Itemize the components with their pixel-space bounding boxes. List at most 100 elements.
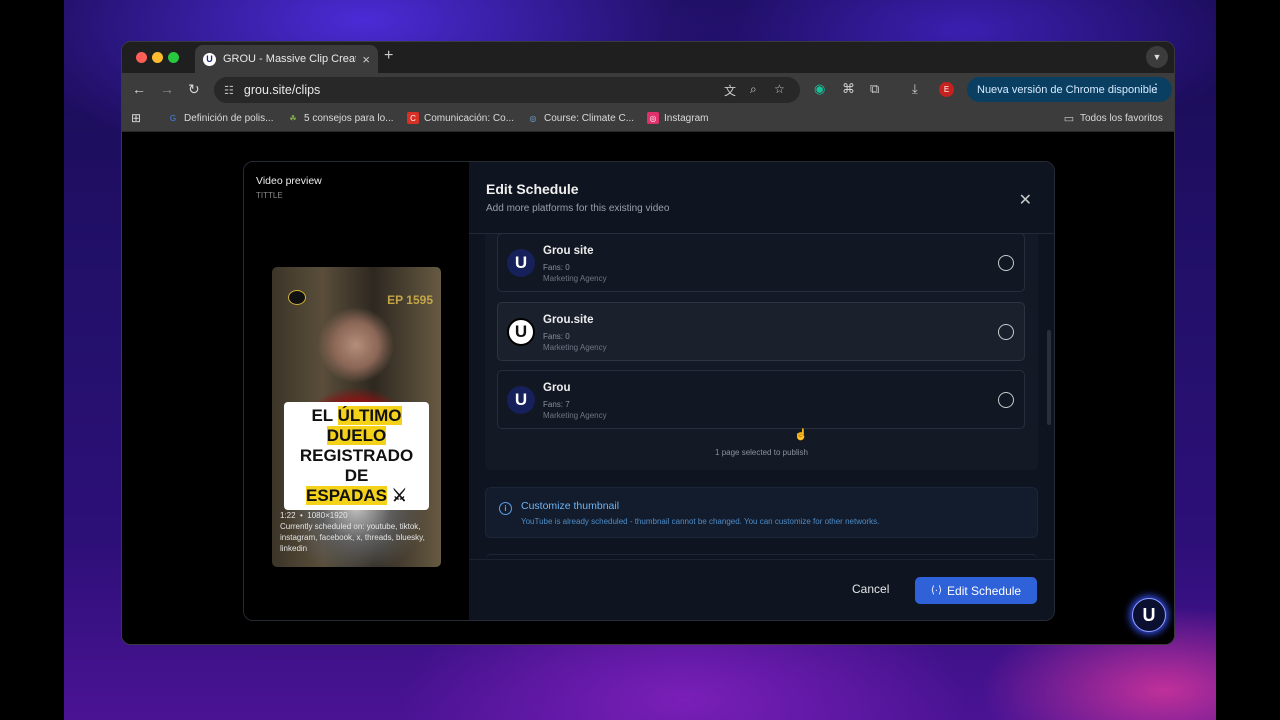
bookmark-label: Course: Climate C... xyxy=(544,112,635,124)
chrome-update-button[interactable]: Nueva versión de Chrome disponible ⋮ xyxy=(967,77,1172,102)
minimize-window-button[interactable] xyxy=(152,52,163,63)
preview-heading: Video preview xyxy=(256,175,322,187)
bookmark-item[interactable]: C Comunicación: Co... xyxy=(407,112,514,124)
page-card[interactable]: U Grou Fans: 7 Marketing Agency xyxy=(497,370,1025,429)
grou-logo-icon: U xyxy=(507,318,535,346)
page-fans: Fans: 0 xyxy=(543,332,570,341)
page-name: Grou xyxy=(543,382,571,394)
thumbnail-title: Customize thumbnail xyxy=(521,500,620,512)
mouse-pointer-icon: ☝ xyxy=(794,429,808,441)
toolbar: ← → ↻ ☷ grou.site/clips 文 ⌕ ☆ ◉ ⌘ ⧉ ⤓ E … xyxy=(122,73,1174,106)
tab-search-icon[interactable]: ▼ xyxy=(1146,46,1168,68)
bookmark-item[interactable]: G Definición de polis... xyxy=(167,112,274,124)
caption-text: EL xyxy=(311,406,338,425)
browser-tab[interactable]: U GROU - Massive Clip Creation × xyxy=(195,45,378,73)
scheduled-platforms: Currently scheduled on: youtube, tiktok,… xyxy=(280,522,425,553)
cancel-button[interactable]: Cancel xyxy=(852,582,889,596)
caption-text: REGISTRADO DE xyxy=(299,446,414,485)
modal-subtitle: Add more platforms for this existing vid… xyxy=(486,203,670,214)
swords-icon: ⚔ xyxy=(386,486,407,505)
page-name: Grou site xyxy=(543,245,594,257)
grammarly-icon[interactable]: ◉ xyxy=(814,81,825,97)
page-card[interactable]: U Grou.site Fans: 0 Marketing Agency xyxy=(497,302,1025,361)
page-radio[interactable] xyxy=(998,392,1014,408)
extension-icon[interactable]: ⌘ xyxy=(842,81,855,97)
bookmark-star-icon[interactable]: ☆ xyxy=(774,82,785,96)
bookmarks-bar: ⊞ G Definición de polis... ☘ 5 consejos … xyxy=(122,106,1174,132)
schedule-form: Edit Schedule Add more platforms for thi… xyxy=(469,162,1054,620)
new-tab-icon[interactable]: + xyxy=(384,47,393,65)
preview-subtitle: TITTLE xyxy=(256,191,283,200)
pages-list-panel: U Grou site Fans: 0 Marketing Agency U G… xyxy=(485,233,1038,470)
site-info-icon[interactable]: ☷ xyxy=(224,84,234,97)
close-window-button[interactable] xyxy=(136,52,147,63)
desktop: U GROU - Massive Clip Creation × + ▼ ← →… xyxy=(0,0,1280,720)
page-category: Marketing Agency xyxy=(543,411,607,420)
bookmark-label: Comunicación: Co... xyxy=(424,112,515,124)
reload-icon[interactable]: ↻ xyxy=(188,81,200,98)
caption-highlight: ÚLTIMO DUELO xyxy=(326,406,402,445)
bookmark-favicon-icon: ◎ xyxy=(647,112,659,124)
episode-label: EP 1595 xyxy=(387,293,433,307)
page-fans: Fans: 0 xyxy=(543,263,570,272)
update-label: Nueva versión de Chrome disponible xyxy=(977,83,1158,96)
address-bar[interactable]: ☷ grou.site/clips 文 ⌕ ☆ xyxy=(214,77,800,103)
page-fans: Fans: 7 xyxy=(543,400,570,409)
bookmark-label: Instagram xyxy=(664,112,709,124)
bookmark-label: 5 consejos para lo... xyxy=(304,112,394,124)
edit-schedule-button[interactable]: ⟨·⟩ Edit Schedule xyxy=(915,577,1037,604)
browser-window: U GROU - Massive Clip Creation × + ▼ ← →… xyxy=(121,41,1175,645)
video-meta: 1:22 • 1080×1920 Currently scheduled on:… xyxy=(280,511,425,553)
channel-badge-icon xyxy=(288,290,306,305)
video-caption: EL ÚLTIMO DUELO REGISTRADO DE ESPADAS ⚔ xyxy=(284,402,429,510)
translate-icon[interactable]: 文 xyxy=(724,82,736,99)
page-category: Marketing Agency xyxy=(543,274,607,283)
page-content: Video preview TITTLE EP 1595 EL ÚLTIMO D… xyxy=(122,133,1174,644)
more-menu-icon[interactable]: ⋮ xyxy=(1150,81,1162,95)
page-radio[interactable] xyxy=(998,255,1014,271)
url-text: grou.site/clips xyxy=(243,83,321,97)
tab-bar: U GROU - Massive Clip Creation × + ▼ xyxy=(122,42,1174,73)
video-preview-panel: Video preview TITTLE EP 1595 EL ÚLTIMO D… xyxy=(244,162,469,620)
apps-grid-icon[interactable]: ⊞ xyxy=(131,111,141,125)
page-category: Marketing Agency xyxy=(543,343,607,352)
scrollbar[interactable] xyxy=(1047,330,1051,425)
all-bookmarks-label: Todos los favoritos xyxy=(1080,112,1163,124)
share-icon: ⟨·⟩ xyxy=(930,585,943,596)
video-thumbnail[interactable]: EP 1595 EL ÚLTIMO DUELO REGISTRADO DE ES… xyxy=(272,267,441,567)
tab-title: GROU - Massive Clip Creation xyxy=(223,53,356,65)
all-bookmarks-folder[interactable]: ▭ Todos los favoritos xyxy=(1063,112,1163,125)
profile-avatar[interactable]: E xyxy=(939,82,954,97)
bookmark-label: Definición de polis... xyxy=(184,112,274,124)
grou-logo-icon: U xyxy=(1142,604,1156,625)
grou-assistant-button[interactable]: U xyxy=(1132,598,1166,632)
forward-icon[interactable]: → xyxy=(160,81,174,97)
modal-title: Edit Schedule xyxy=(486,181,579,197)
download-icon[interactable]: ⤓ xyxy=(912,81,918,97)
bookmark-item[interactable]: ◎ Instagram xyxy=(647,112,708,124)
zoom-icon[interactable]: ⌕ xyxy=(750,82,757,97)
bookmark-favicon-icon: C xyxy=(407,112,419,124)
zoom-window-button[interactable] xyxy=(168,52,179,63)
thumbnail-description: YouTube is already scheduled - thumbnail… xyxy=(521,517,880,526)
grou-logo-icon: U xyxy=(507,386,535,414)
close-tab-icon[interactable]: × xyxy=(362,52,370,67)
edit-schedule-label: Edit Schedule xyxy=(947,583,1022,598)
bookmark-item[interactable]: ☘ 5 consejos para lo... xyxy=(287,112,394,124)
customize-thumbnail-notice: i Customize thumbnail YouTube is already… xyxy=(485,487,1038,538)
page-card[interactable]: U Grou site Fans: 0 Marketing Agency xyxy=(497,233,1025,292)
close-icon[interactable]: ✕ xyxy=(1019,190,1032,210)
modal-footer: Cancel ⟨·⟩ Edit Schedule xyxy=(469,559,1054,620)
edit-schedule-modal: Video preview TITTLE EP 1595 EL ÚLTIMO D… xyxy=(243,161,1055,621)
bookmark-favicon-icon: ☘ xyxy=(289,113,297,123)
video-resolution: 1080×1920 xyxy=(307,511,348,520)
video-duration: 1:22 xyxy=(280,511,296,520)
extensions-puzzle-icon[interactable]: ⧉ xyxy=(870,81,879,97)
grou-logo-icon: U xyxy=(507,249,535,277)
page-radio[interactable] xyxy=(998,324,1014,340)
bookmark-item[interactable]: ◎ Course: Climate C... xyxy=(527,112,635,124)
caption-highlight: ESPADAS xyxy=(306,486,387,505)
back-icon[interactable]: ← xyxy=(132,81,146,97)
folder-icon: ▭ xyxy=(1063,112,1075,125)
page-name: Grou.site xyxy=(543,314,594,326)
